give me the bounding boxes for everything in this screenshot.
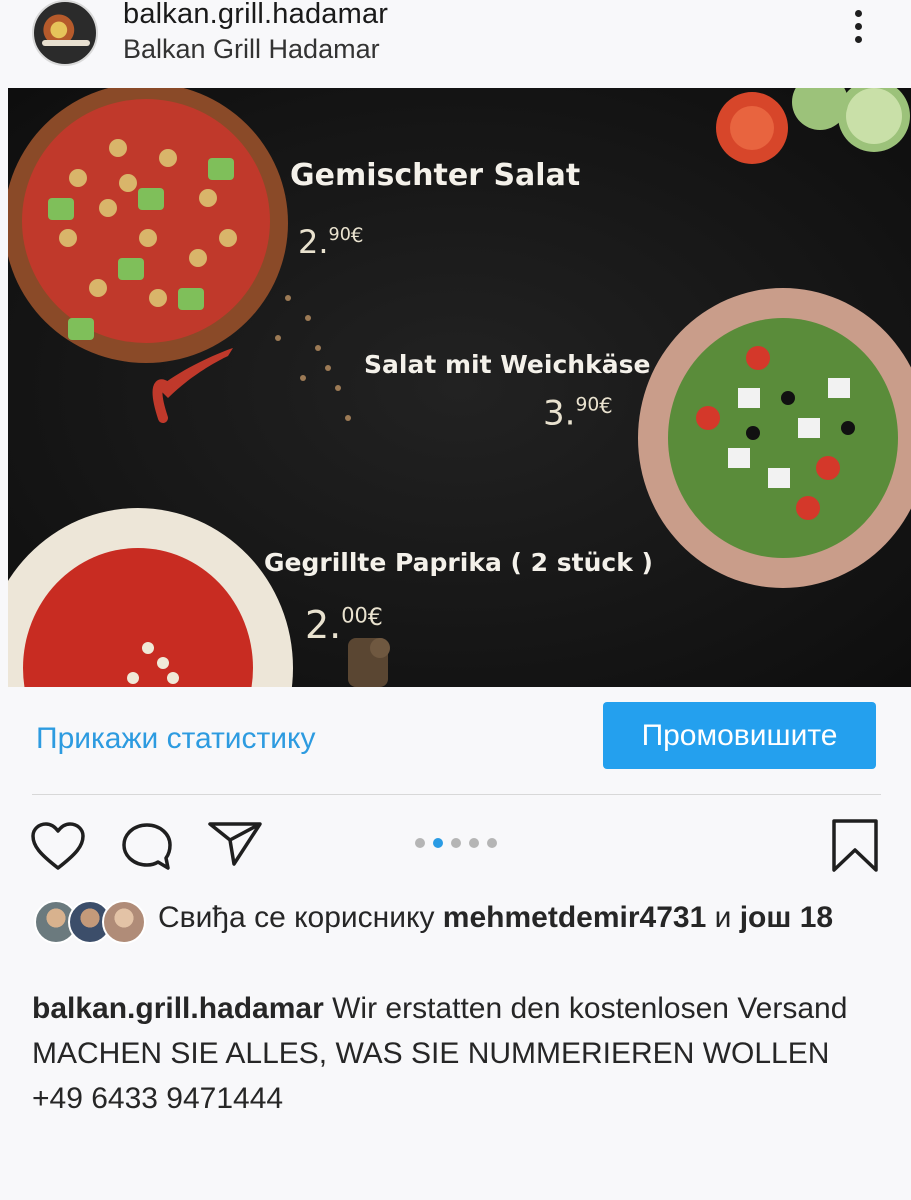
carousel-indicator — [415, 838, 497, 848]
post-username[interactable]: balkan.grill.hadamar — [123, 0, 388, 31]
menu-item-3-name: Gegrillte Paprika ( 2 stück ) — [264, 548, 653, 577]
post-header: balkan.grill.hadamar Balkan Grill Hadama… — [0, 0, 911, 88]
profile-avatar[interactable] — [32, 0, 98, 66]
like-heart-icon[interactable] — [30, 822, 86, 872]
post-caption: balkan.grill.hadamar Wir erstatten den k… — [32, 986, 892, 1121]
carousel-dot — [469, 838, 479, 848]
menu-item-3-price: 2.00€ — [305, 603, 383, 647]
likes-count[interactable]: још 18 — [740, 901, 833, 934]
more-options-icon[interactable] — [846, 10, 870, 50]
caption-username[interactable]: balkan.grill.hadamar — [32, 992, 324, 1025]
comment-icon[interactable] — [120, 821, 174, 873]
likes-summary[interactable]: Свиђа се кориснику mehmetdemir4731 и још… — [158, 898, 888, 938]
post-location[interactable]: Balkan Grill Hadamar — [123, 34, 380, 65]
promote-button[interactable]: Промовишите — [603, 702, 876, 769]
bookmark-save-icon[interactable] — [830, 818, 880, 874]
share-send-icon[interactable] — [206, 820, 264, 868]
caption-line-2: MACHEN SIE ALLES, WAS SIE NUMMERIEREN WO… — [32, 1037, 830, 1070]
carousel-dot — [415, 838, 425, 848]
divider — [32, 794, 881, 795]
menu-item-1-name: Gemischter Salat — [290, 158, 581, 193]
carousel-dot-active — [433, 838, 443, 848]
liker-avatars[interactable] — [34, 900, 146, 946]
liker-username[interactable]: mehmetdemir4731 — [443, 901, 706, 934]
carousel-dot — [487, 838, 497, 848]
carousel-dot — [451, 838, 461, 848]
caption-line-1: Wir erstatten den kostenlosen Versand — [323, 992, 848, 1025]
avatar — [102, 900, 146, 944]
menu-item-2-name: Salat mit Weichkäse — [364, 350, 651, 379]
post-image[interactable]: Gemischter Salat 2.90€ Salat mit Weichkä… — [8, 88, 911, 687]
menu-item-2-price: 3.90€ — [543, 393, 613, 434]
menu-item-1-price: 2.90€ — [298, 223, 364, 261]
caption-phone: +49 6433 9471444 — [32, 1082, 284, 1115]
view-insights-link[interactable]: Прикажи статистику — [36, 722, 316, 756]
